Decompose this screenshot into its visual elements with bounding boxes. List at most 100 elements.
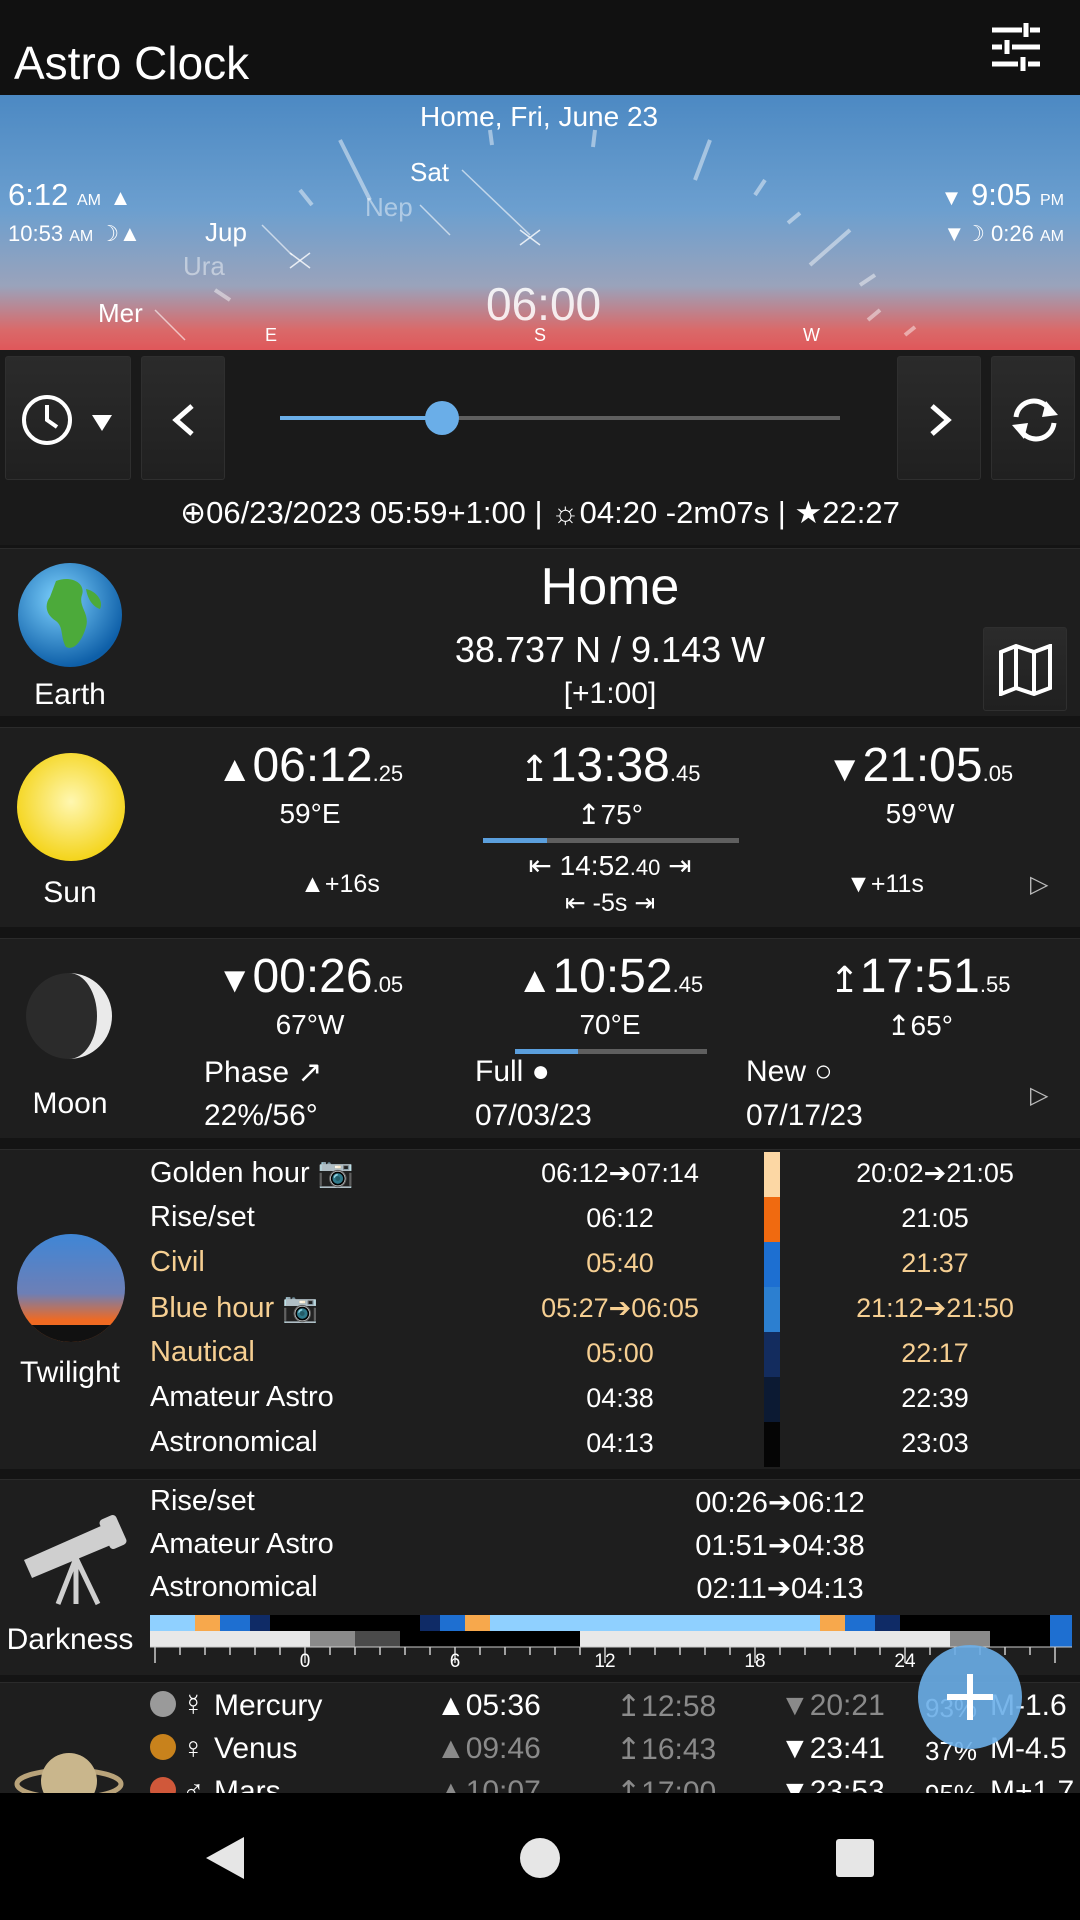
sun-day-progress-fill: [483, 838, 547, 843]
moon-set-value: 00:26: [252, 950, 373, 1003]
planet-rise: ▲05:36: [436, 1689, 541, 1722]
twilight-row-evening: 22:17: [901, 1338, 969, 1368]
time-controls: [0, 350, 1080, 485]
sun-rise-readout: 6:12 AM ▲: [8, 177, 131, 213]
back-triangle-icon[interactable]: [200, 1833, 250, 1883]
darkness-row: Astronomical 02:11➔04:13: [150, 1568, 1070, 1610]
planet-label-mercury: Mer: [98, 298, 143, 328]
sync-button[interactable]: [991, 356, 1075, 480]
next-button[interactable]: [897, 356, 981, 480]
planet-row[interactable]: ♂ Mars ▲10:07 ↥17:00 ▼23:53 95% M+1.7: [150, 1771, 1080, 1794]
earth-globe-icon: [18, 563, 122, 667]
twilight-row-name: Astronomical: [150, 1426, 318, 1458]
recents-square-icon[interactable]: [830, 1833, 880, 1883]
app-title: Astro Clock: [14, 37, 250, 89]
darkness-row-value: 02:11➔04:13: [696, 1573, 864, 1605]
location-name: Home: [540, 558, 680, 616]
clock-dropdown-icon: [22, 395, 112, 445]
planet-rise: ▲09:46: [436, 1732, 541, 1765]
moon-transit-value: 17:51: [859, 950, 980, 1003]
previous-button[interactable]: [141, 356, 225, 480]
app-bar: Astro Clock: [0, 0, 1080, 95]
sun-set-time: 9:05: [971, 177, 1032, 212]
moon-new-label: New ○: [746, 1055, 833, 1088]
sun-day-length-fraction: .40: [629, 855, 661, 880]
moon-set-readout: ▼☽ 0:26 AM: [943, 221, 1064, 247]
sun-label: Sun: [43, 876, 97, 909]
planet-set: ▼23:41: [780, 1732, 885, 1765]
twilight-row-morning: 06:12➔07:14: [541, 1158, 699, 1188]
planet-dot-icon: [150, 1777, 176, 1794]
sun-transit-fraction: .45: [669, 761, 701, 786]
moon-expand-icon[interactable]: ▷: [1030, 1081, 1048, 1110]
planet-label-uranus: Ura: [183, 251, 225, 281]
sun-card[interactable]: Sun ▲06:12.25 59°E ↥13:38.45 ↥75° ▼21:05…: [0, 727, 1080, 927]
twilight-row-evening: 21:37: [901, 1248, 969, 1278]
darkness-row-name: Amateur Astro: [150, 1528, 334, 1560]
twilight-card[interactable]: Twilight Golden hour 📷 06:12➔07:14 20:02➔2…: [0, 1149, 1080, 1469]
twilight-row-evening: 21:05: [901, 1203, 969, 1233]
twilight-row: Civil 05:40 21:37: [150, 1242, 1070, 1287]
moon-rise-icon: ☽▲: [99, 221, 141, 246]
sun-expand-icon[interactable]: ▷: [1030, 870, 1048, 899]
darkness-card[interactable]: Darkness Rise/set 00:26➔06:12 Amateur Astr…: [0, 1479, 1080, 1675]
twilight-row-morning: 05:40: [586, 1248, 654, 1278]
moon-rise-value: 10:52: [552, 950, 673, 1003]
sun-transit-altitude: ↥75°: [577, 799, 643, 830]
location-body-label: Earth: [34, 678, 106, 711]
moon-rise-ampm: AM: [69, 228, 94, 245]
location-card[interactable]: Earth Home 38.737 N / 9.143 W [+1:00]: [0, 548, 1080, 716]
twilight-icon: [17, 1234, 125, 1342]
time-slider-knob[interactable]: [425, 401, 460, 435]
settings-sliders-icon[interactable]: [990, 22, 1042, 72]
sun-rise-time: 6:12: [8, 177, 69, 212]
moon-phase-value: 22%/56°: [204, 1099, 318, 1132]
rise-triangle-icon: ▲: [516, 959, 553, 1000]
time-slider[interactable]: [280, 401, 840, 435]
sun-set-value: 21:05: [862, 739, 983, 792]
twilight-row-morning: 06:12: [586, 1203, 654, 1233]
day-length-delta-start-icon: ⇤: [564, 889, 586, 917]
twilight-color-swatch: [764, 1197, 780, 1242]
twilight-row: Golden hour 📷 06:12➔07:14 20:02➔21:05: [150, 1152, 1070, 1197]
twilight-row-name: Amateur Astro: [150, 1381, 334, 1413]
twilight-row: Nautical 05:00 22:17: [150, 1332, 1070, 1377]
sun-rise-azimuth: 59°E: [279, 798, 341, 829]
set-triangle-icon: ▼: [216, 959, 253, 1000]
twilight-row-name: Civil: [150, 1246, 205, 1278]
chevron-right-icon: [930, 404, 952, 436]
timeline-tick-label: 6: [449, 1651, 461, 1672]
moon-new-date: 07/17/23: [746, 1099, 863, 1132]
time-slider-fill: [280, 416, 443, 420]
twilight-row-evening: 22:39: [901, 1383, 969, 1413]
moon-rise-readout: 10:53 AM ☽▲: [8, 221, 141, 247]
planet-rise: ▲10:07: [436, 1775, 541, 1794]
sun-icon: [17, 753, 125, 861]
planet-label-saturn: Sat: [410, 157, 450, 187]
time-mode-button[interactable]: [5, 356, 131, 480]
map-button[interactable]: [983, 627, 1067, 711]
datetime-info-line: ⊕06/23/2023 05:59+1:00 | ☼04:20 -2m07s |…: [0, 485, 1080, 545]
planet-label-neptune: Nep: [365, 192, 413, 222]
sun-day-length-value: 14:52: [559, 850, 630, 881]
planet-transit: ↥12:58: [616, 1690, 717, 1723]
planet-symbol: ♂: [182, 1775, 205, 1794]
moon-rise-fraction: .45: [672, 972, 704, 997]
sky-view[interactable]: Home, Fri, June 23 6:12 AM ▲ 10:53 AM ☽▲…: [0, 95, 1080, 350]
sun-day-progress: [483, 838, 739, 843]
moon-label: Moon: [32, 1087, 108, 1120]
sun-set-time-large: ▼21:05.05: [810, 738, 1030, 793]
sun-day-length-delta-value: -5s: [592, 889, 628, 917]
sun-set-readout: ▼ 9:05 PM: [941, 177, 1064, 213]
twilight-color-swatch: [764, 1242, 780, 1287]
twilight-row-name: Golden hour 📷: [150, 1157, 354, 1189]
home-circle-icon[interactable]: [515, 1833, 565, 1883]
moon-set-ampm: AM: [1040, 228, 1064, 245]
darkness-row-name: Astronomical: [150, 1571, 318, 1603]
sky-center-time: 06:00: [486, 278, 602, 330]
add-fab-button[interactable]: [918, 1645, 1022, 1749]
planet-dot-icon: [150, 1691, 176, 1717]
planet-magnitude: M+1.7: [990, 1775, 1075, 1794]
moon-card[interactable]: Moon ▼00:26.05 67°W ▲10:52.45 70°E ↥17:5…: [0, 938, 1080, 1138]
twilight-color-swatch: [764, 1377, 780, 1422]
